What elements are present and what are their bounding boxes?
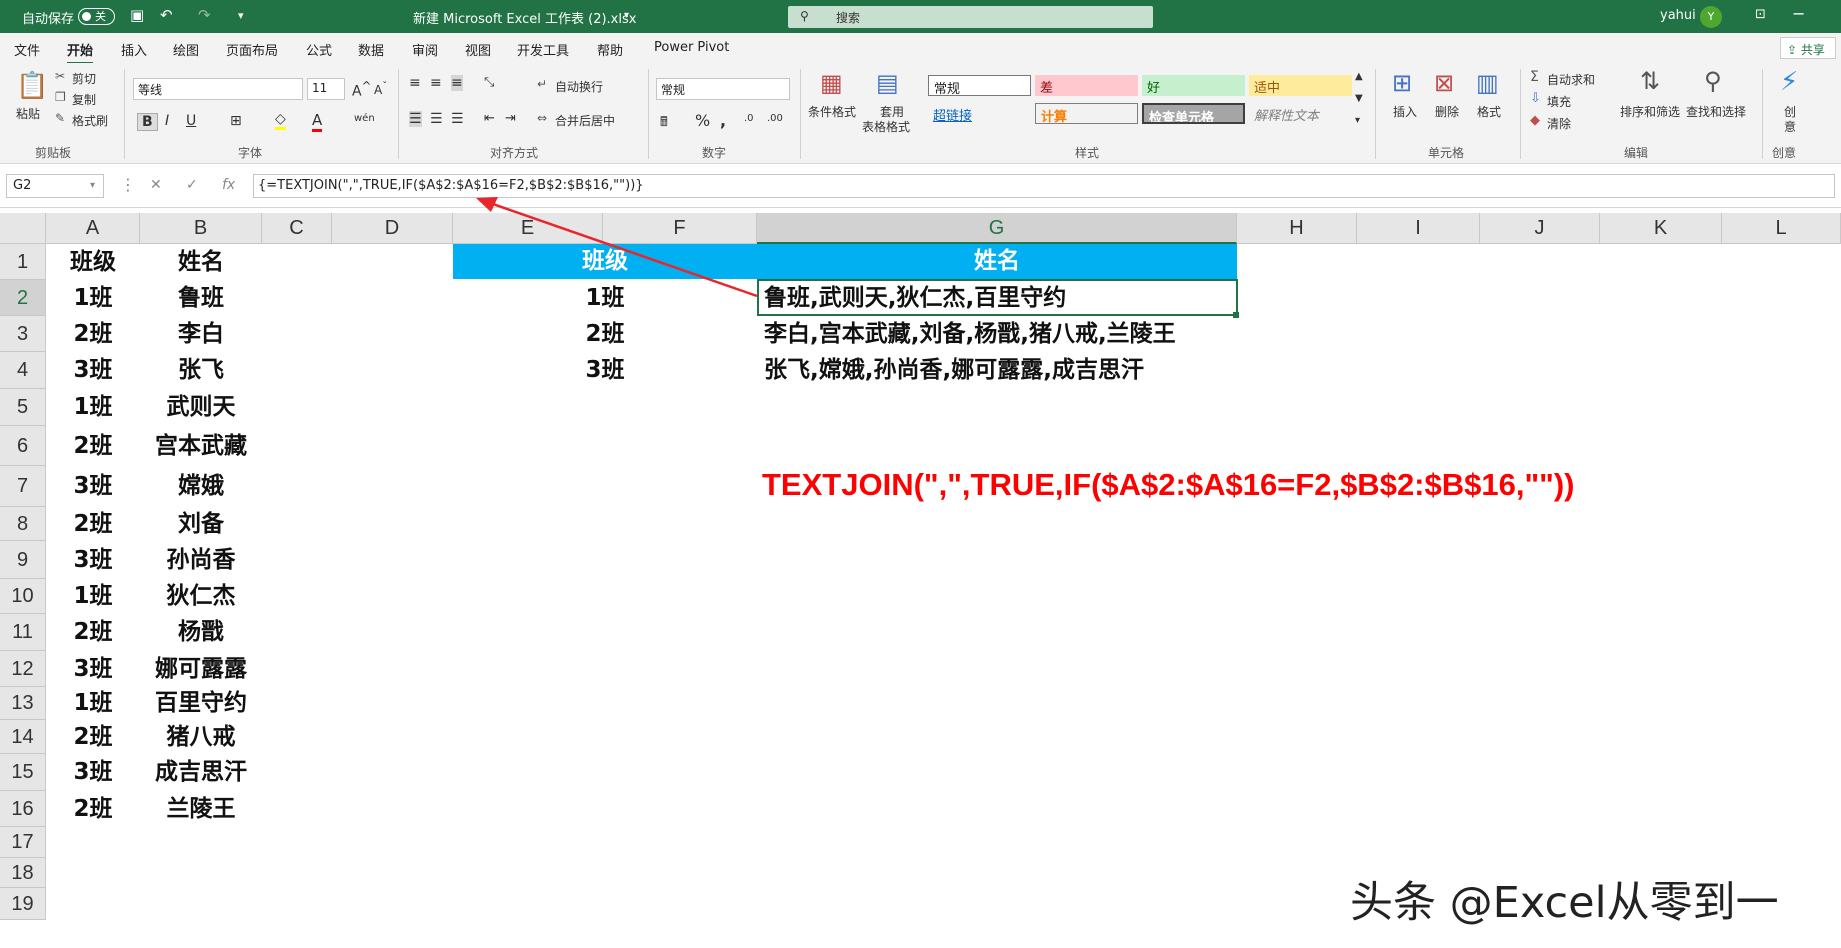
annotation-formula: TEXTJOIN(",",TRUE,IF($A$2:$A$16=F2,$B$2:… — [762, 467, 1575, 502]
watermark: 头条 @Excel从零到一 — [1350, 878, 1779, 928]
